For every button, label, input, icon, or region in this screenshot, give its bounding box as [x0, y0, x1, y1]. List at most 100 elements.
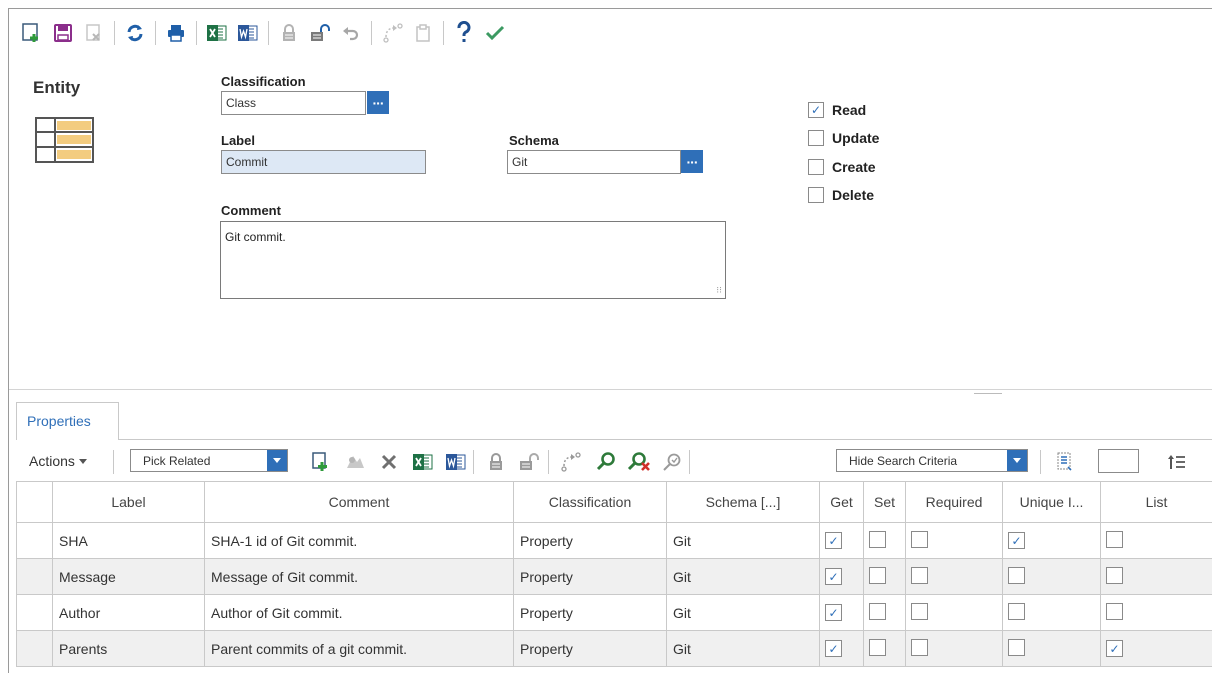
cell-classification[interactable]: Property	[513, 522, 667, 559]
save-icon[interactable]	[49, 19, 77, 47]
row-selector[interactable]	[16, 522, 53, 559]
unique-checkbox[interactable]	[1008, 638, 1025, 656]
sort-icon[interactable]	[1164, 449, 1190, 475]
label-field[interactable]: Commit	[221, 150, 426, 174]
page-size-input[interactable]	[1098, 449, 1139, 473]
required-checkbox[interactable]	[911, 638, 928, 656]
column-header[interactable]: Unique I...	[1002, 481, 1101, 523]
promote-icon[interactable]	[557, 449, 583, 475]
cell-schema[interactable]: Git	[666, 522, 820, 559]
cell-classification[interactable]: Property	[513, 630, 667, 667]
column-header[interactable]: Comment	[204, 481, 514, 523]
page-size-icon[interactable]	[1052, 449, 1078, 475]
search-icon[interactable]	[594, 449, 620, 475]
delete-icon[interactable]	[80, 19, 108, 47]
excel-icon[interactable]	[203, 19, 231, 47]
done-icon[interactable]	[481, 19, 509, 47]
cell-label[interactable]: SHA	[52, 522, 205, 559]
cell-schema[interactable]: Git	[666, 630, 820, 667]
cell-classification[interactable]: Property	[513, 594, 667, 631]
permission-read[interactable]: ✓ Read	[808, 102, 866, 118]
column-header[interactable]: Get	[819, 481, 864, 523]
tab-properties[interactable]: Properties	[16, 402, 119, 440]
column-header[interactable]: Set	[863, 481, 906, 523]
row-selector[interactable]	[16, 630, 53, 667]
classification-field[interactable]: Class	[221, 91, 366, 115]
unique-checkbox[interactable]: ✓	[1008, 532, 1025, 550]
search-criteria-select[interactable]: Hide Search Criteria	[836, 449, 1028, 472]
clear-search-icon[interactable]	[627, 449, 653, 475]
cell-label[interactable]: Message	[52, 558, 205, 595]
column-header[interactable]: List	[1100, 481, 1212, 523]
get-checkbox[interactable]: ✓	[825, 568, 842, 586]
excel-icon[interactable]	[410, 449, 436, 475]
lock-icon[interactable]	[275, 19, 303, 47]
cell-classification[interactable]: Property	[513, 558, 667, 595]
lock-icon[interactable]	[483, 449, 509, 475]
row-selector[interactable]	[16, 558, 53, 595]
table-row[interactable]: Message Message of Git commit. Property Git…	[16, 558, 1212, 595]
table-row[interactable]: SHA SHA-1 id of Git commit. Property Git ✓ ✓	[16, 522, 1212, 559]
print-icon[interactable]	[162, 19, 190, 47]
table-row[interactable]: Author Author of Git commit. Property Git ✓	[16, 594, 1212, 631]
table-row[interactable]: Parents Parent commits of a git commit. Pr…	[16, 630, 1212, 667]
cell-label[interactable]: Parents	[52, 630, 205, 667]
get-checkbox[interactable]: ✓	[825, 532, 842, 550]
cell-comment[interactable]: SHA-1 id of Git commit.	[204, 522, 514, 559]
permission-create[interactable]: Create	[808, 159, 876, 175]
list-checkbox[interactable]	[1106, 602, 1123, 620]
splitter-handle[interactable]	[974, 393, 1002, 394]
pick-related-dropdown-button[interactable]	[267, 450, 287, 471]
permission-update[interactable]: Update	[808, 130, 879, 146]
set-checkbox[interactable]	[869, 638, 886, 656]
permission-delete[interactable]: Delete	[808, 187, 874, 203]
cell-schema[interactable]: Git	[666, 594, 820, 631]
word-icon[interactable]	[443, 449, 469, 475]
search-options-icon[interactable]	[660, 449, 686, 475]
row-selector-header[interactable]	[16, 481, 53, 523]
row-selector[interactable]	[16, 594, 53, 631]
word-icon[interactable]	[234, 19, 262, 47]
create-checkbox[interactable]	[808, 159, 824, 175]
classification-picker-button[interactable]: ···	[367, 91, 389, 114]
cell-schema[interactable]: Git	[666, 558, 820, 595]
unlock-icon[interactable]	[306, 19, 334, 47]
update-checkbox[interactable]	[808, 130, 824, 146]
promote-icon[interactable]	[378, 19, 406, 47]
get-checkbox[interactable]: ✓	[825, 640, 842, 658]
delete-row-icon[interactable]	[376, 449, 402, 475]
schema-field[interactable]: Git	[507, 150, 681, 174]
required-checkbox[interactable]	[911, 530, 928, 548]
cell-comment[interactable]: Message of Git commit.	[204, 558, 514, 595]
set-checkbox[interactable]	[869, 602, 886, 620]
help-icon[interactable]	[450, 19, 478, 47]
delete-checkbox[interactable]	[808, 187, 824, 203]
pick-related-select[interactable]: Pick Related	[130, 449, 288, 472]
column-header[interactable]: Required	[905, 481, 1003, 523]
get-checkbox[interactable]: ✓	[825, 604, 842, 622]
actions-menu[interactable]: Actions	[29, 453, 87, 469]
unique-checkbox[interactable]	[1008, 602, 1025, 620]
column-header[interactable]: Label	[52, 481, 205, 523]
clipboard-icon[interactable]	[409, 19, 437, 47]
search-criteria-dropdown-button[interactable]	[1007, 450, 1027, 471]
undo-icon[interactable]	[337, 19, 365, 47]
refresh-icon[interactable]	[121, 19, 149, 47]
set-checkbox[interactable]	[869, 566, 886, 584]
unlock-icon[interactable]	[516, 449, 542, 475]
unique-checkbox[interactable]	[1008, 566, 1025, 584]
cell-comment[interactable]: Author of Git commit.	[204, 594, 514, 631]
cell-label[interactable]: Author	[52, 594, 205, 631]
column-header[interactable]: Schema [...]	[666, 481, 820, 523]
list-checkbox[interactable]	[1106, 530, 1123, 548]
pick-icon[interactable]	[342, 449, 368, 475]
new-document-icon[interactable]	[18, 19, 46, 47]
required-checkbox[interactable]	[911, 566, 928, 584]
add-row-icon[interactable]	[308, 449, 334, 475]
set-checkbox[interactable]	[869, 530, 886, 548]
required-checkbox[interactable]	[911, 602, 928, 620]
cell-comment[interactable]: Parent commits of a git commit.	[204, 630, 514, 667]
schema-picker-button[interactable]: ···	[681, 150, 703, 173]
comment-textarea[interactable]: Git commit. ⁝⁝	[220, 221, 726, 299]
column-header[interactable]: Classification	[513, 481, 667, 523]
